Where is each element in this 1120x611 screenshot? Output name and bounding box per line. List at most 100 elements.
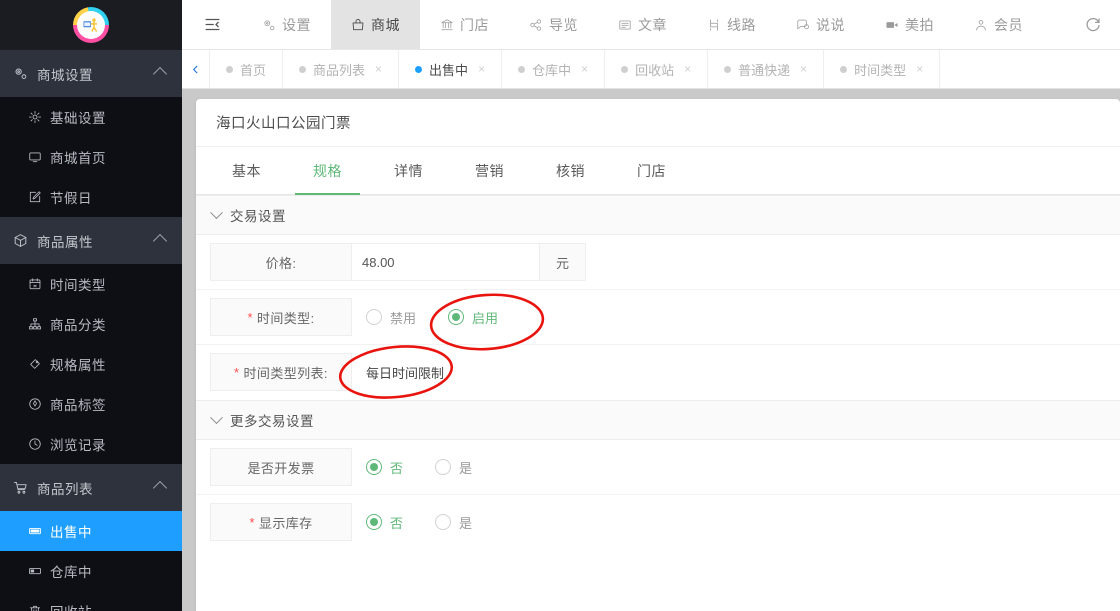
radio-group: 否是: [352, 503, 498, 541]
refresh-icon[interactable]: [1066, 0, 1120, 49]
sidebar-item-1-1[interactable]: 商品分类: [0, 304, 182, 344]
sidebar-item-label: 商品标签: [50, 398, 106, 413]
sidebar-item-2-0[interactable]: 出售中: [0, 511, 182, 551]
page-tab-2[interactable]: 详情: [368, 147, 449, 194]
tab-status-dot: [840, 65, 848, 73]
top-nav-item-7[interactable]: 美拍: [865, 0, 954, 49]
form-row-label-text: 价格:: [265, 255, 297, 271]
price-unit-suffix: 元: [540, 243, 586, 281]
workspace-tab-5[interactable]: 普通快递 ×: [708, 50, 825, 88]
sidebar-group-1[interactable]: 商品属性: [0, 217, 182, 264]
bag-icon: [351, 18, 365, 32]
form-row-label-text: 是否开发票: [247, 460, 315, 476]
page-tab-5[interactable]: 门店: [611, 147, 692, 194]
sidebar-item-1-0[interactable]: 时间类型: [0, 264, 182, 304]
chevron-left-icon[interactable]: [182, 50, 210, 88]
workspace-tab-1[interactable]: 商品列表 ×: [283, 50, 400, 88]
workspace-tab-0[interactable]: 首页: [210, 50, 284, 88]
workspace-tab-4[interactable]: 回收站 ×: [605, 50, 709, 88]
tab-close-icon[interactable]: ×: [800, 62, 807, 76]
required-marker: *: [247, 309, 253, 325]
tab-status-dot: [724, 65, 732, 73]
bank-icon: [440, 18, 454, 32]
sidebar-item-0-2[interactable]: 节假日: [0, 177, 182, 217]
radio-option-label: 否: [390, 515, 404, 531]
radio-circle-icon: [448, 309, 465, 325]
workspace-tab-label: 出售中: [429, 62, 469, 78]
sidebar-item-1-4[interactable]: 浏览记录: [0, 424, 182, 464]
form-row-label: * 显示库存: [210, 503, 352, 541]
page-tab-label: 基本: [232, 162, 261, 179]
required-marker: *: [249, 514, 255, 530]
tab-status-dot: [415, 65, 423, 73]
workspace-tab-label: 回收站: [635, 62, 675, 78]
radio-circle-icon: [435, 459, 452, 475]
required-marker: *: [234, 364, 240, 380]
tab-close-icon[interactable]: ×: [916, 62, 923, 76]
box-half-icon: [28, 564, 50, 578]
menu-fold-icon[interactable]: [182, 0, 242, 49]
gears-icon: [13, 66, 33, 81]
top-nav-item-label: 文章: [638, 16, 667, 33]
page-tab-label: 门店: [637, 162, 666, 179]
workspace-tab-label: 时间类型: [854, 62, 907, 78]
tab-close-icon[interactable]: ×: [684, 62, 691, 76]
form-row-label-text: 时间类型列表:: [243, 365, 328, 381]
radio-option-0[interactable]: 否: [366, 458, 403, 477]
radio-option-0[interactable]: 否: [366, 513, 403, 532]
page-tab-4[interactable]: 核销: [530, 147, 611, 194]
workspace-tab-3[interactable]: 仓库中 ×: [502, 50, 606, 88]
top-nav-item-0[interactable]: 设置: [242, 0, 331, 49]
section-header-0[interactable]: 交易设置: [196, 195, 1120, 235]
page-tab-1[interactable]: 规格: [287, 147, 368, 195]
workspace-tab-2[interactable]: 出售中 ×: [399, 50, 503, 88]
top-nav-item-label: 说说: [816, 16, 845, 33]
workspace-tab-label: 仓库中: [532, 62, 572, 78]
top-nav-item-8[interactable]: 会员: [954, 0, 1043, 49]
workspace-tab-label: 普通快递: [738, 62, 791, 78]
share-icon: [529, 18, 543, 32]
sidebar-group-2[interactable]: 商品列表: [0, 464, 182, 511]
sidebar-item-1-3[interactable]: 商品标签: [0, 384, 182, 424]
top-nav-item-2[interactable]: 门店: [420, 0, 509, 49]
section-header-1[interactable]: 更多交易设置: [196, 400, 1120, 440]
top-nav-item-3[interactable]: 导览: [509, 0, 598, 49]
sidebar-group-0[interactable]: 商城设置: [0, 50, 182, 97]
tab-status-dot: [518, 65, 526, 73]
sidebar-item-label: 回收站: [50, 601, 92, 611]
form-row-label: * 时间类型列表:: [210, 353, 352, 391]
sidebar-item-0-1[interactable]: 商城首页: [0, 137, 182, 177]
tab-status-dot: [226, 65, 233, 73]
radio-option-1[interactable]: 是: [435, 513, 472, 532]
sidebar-item-label: 基础设置: [50, 111, 106, 126]
page-tab-0[interactable]: 基本: [206, 147, 287, 194]
top-nav-item-1[interactable]: 商城: [331, 0, 420, 49]
radio-option-1[interactable]: 启用: [448, 308, 498, 327]
top-navigation-bar: 设置 商城 门店 导览 文章 线路 说说 美拍 会员: [182, 0, 1120, 50]
page-tab-3[interactable]: 营销: [449, 147, 530, 194]
top-nav-item-6[interactable]: 说说: [776, 0, 865, 49]
tab-close-icon[interactable]: ×: [478, 62, 485, 76]
top-nav-item-5[interactable]: 线路: [687, 0, 776, 49]
sidebar-item-2-2[interactable]: 回收站: [0, 591, 182, 611]
chevron-up-icon: [152, 480, 168, 495]
sidebar-group-label: 商城设置: [37, 67, 93, 83]
logo-container[interactable]: [0, 0, 182, 50]
radio-circle-icon: [435, 514, 452, 530]
tab-close-icon[interactable]: ×: [581, 62, 588, 76]
radio-option-1[interactable]: 是: [435, 458, 472, 477]
price-input-value: 48.00: [362, 254, 395, 270]
sidebar-item-0-0[interactable]: 基础设置: [0, 97, 182, 137]
sidebar-item-1-2[interactable]: 规格属性: [0, 344, 182, 384]
radio-option-label: 启用: [472, 310, 499, 326]
route-icon: [707, 18, 721, 32]
top-nav-items: 设置 商城 门店 导览 文章 线路 说说 美拍 会员: [242, 0, 1043, 49]
form-row-label-text: 时间类型:: [256, 310, 315, 326]
workspace-tab-6[interactable]: 时间类型 ×: [824, 50, 941, 88]
top-nav-item-4[interactable]: 文章: [598, 0, 687, 49]
monitor-icon: [28, 150, 50, 164]
sidebar-item-2-1[interactable]: 仓库中: [0, 551, 182, 591]
price-input[interactable]: 48.00: [352, 243, 540, 281]
radio-option-0[interactable]: 禁用: [366, 308, 416, 327]
tab-close-icon[interactable]: ×: [375, 62, 382, 76]
